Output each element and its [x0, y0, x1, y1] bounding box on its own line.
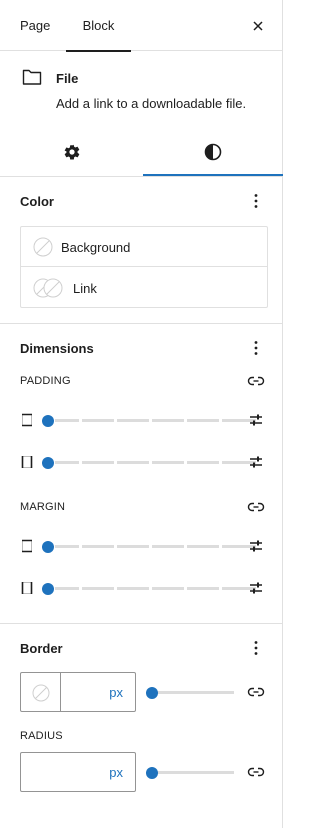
tab-block[interactable]: Block [66, 0, 131, 52]
radius-label: RADIUS [20, 730, 63, 742]
color-swatch-empty-icon [33, 237, 53, 257]
gear-icon [64, 144, 79, 160]
border-options-button[interactable] [246, 638, 266, 658]
padding-horizontal-control [20, 452, 268, 472]
divider [0, 623, 283, 624]
unlink-icon [247, 687, 265, 697]
margin-horizontal-custom-button[interactable] [246, 578, 266, 598]
dimensions-options-button[interactable] [246, 338, 266, 358]
color-swatch-empty-icon [32, 684, 50, 702]
sides-horizontal-icon [21, 582, 33, 594]
color-item-label: Link [73, 281, 97, 296]
margin-label: MARGIN [20, 501, 66, 513]
padding-vertical-control [20, 410, 268, 430]
divider [0, 176, 283, 177]
color-options-button[interactable] [246, 191, 266, 211]
close-icon [253, 21, 263, 31]
tab-block-label: Block [82, 18, 115, 33]
color-item-background[interactable]: Background [21, 227, 267, 267]
color-settings-group: Background Link [20, 226, 268, 308]
margin-vertical-control [20, 536, 268, 556]
padding-vertical-custom-button[interactable] [246, 410, 266, 430]
margin-vertical-custom-button[interactable] [246, 536, 266, 556]
sidebar-header: Page Block [0, 0, 283, 52]
sides-horizontal-icon [21, 456, 33, 468]
border-radius-slider-thumb[interactable] [146, 767, 158, 779]
settings-sliders-icon [250, 582, 262, 594]
settings-sliders-icon [250, 540, 262, 552]
border-radius-slider-track [150, 771, 234, 774]
more-vertical-icon [254, 641, 258, 655]
padding-label: PADDING [20, 375, 71, 387]
margin-horizontal-control [20, 578, 268, 598]
border-width-input[interactable]: px [20, 672, 136, 712]
padding-link-sides-button[interactable] [246, 371, 266, 391]
unlink-icon [247, 767, 265, 777]
border-radius-slider [146, 762, 234, 782]
more-vertical-icon [254, 194, 258, 208]
unlink-icon [247, 376, 265, 386]
margin-vertical-track [46, 545, 256, 548]
tab-settings[interactable] [0, 128, 143, 176]
radius-link-corners-button[interactable] [246, 762, 266, 782]
margin-vertical-slider-thumb[interactable] [42, 541, 54, 553]
border-color-button[interactable] [21, 673, 61, 711]
padding-horizontal-slider-thumb[interactable] [42, 457, 54, 469]
dimensions-section-title: Dimensions [20, 341, 94, 356]
inspector-tabs [0, 128, 283, 176]
border-section-title: Border [20, 641, 63, 656]
more-vertical-icon [254, 341, 258, 355]
color-section-title: Color [20, 194, 54, 209]
margin-horizontal-track [46, 587, 256, 590]
margin-horizontal-slider-thumb[interactable] [42, 583, 54, 595]
padding-vertical-track [46, 419, 256, 422]
color-item-label: Background [61, 240, 131, 255]
close-button[interactable] [248, 16, 268, 36]
block-card: File Add a link to a downloadable file. [0, 52, 283, 124]
sides-vertical-icon [22, 413, 32, 427]
border-link-sides-button[interactable] [246, 682, 266, 702]
padding-horizontal-track [46, 461, 256, 464]
divider [0, 323, 283, 324]
color-swatch-pair-empty-icon [33, 278, 63, 298]
border-width-slider [146, 682, 234, 702]
folder-icon [22, 69, 42, 85]
unlink-icon [247, 502, 265, 512]
block-inspector-panel: Page Block File Add a link to a download… [0, 0, 283, 828]
sides-vertical-icon [22, 539, 32, 553]
settings-sliders-icon [250, 414, 262, 426]
padding-horizontal-custom-button[interactable] [246, 452, 266, 472]
settings-sliders-icon [250, 456, 262, 468]
border-width-slider-track [150, 691, 234, 694]
border-width-slider-thumb[interactable] [146, 687, 158, 699]
border-radius-unit-select[interactable]: px [109, 765, 123, 780]
color-item-link[interactable]: Link [21, 268, 267, 308]
padding-vertical-slider-thumb[interactable] [42, 415, 54, 427]
border-width-unit-select[interactable]: px [109, 685, 123, 700]
tab-page[interactable]: Page [20, 0, 50, 51]
block-title: File [56, 71, 79, 86]
tab-styles[interactable] [143, 128, 283, 176]
border-radius-input[interactable]: px [20, 752, 136, 792]
block-description: Add a link to a downloadable file. [56, 96, 247, 111]
half-circle-icon [204, 143, 222, 161]
margin-link-sides-button[interactable] [246, 497, 266, 517]
